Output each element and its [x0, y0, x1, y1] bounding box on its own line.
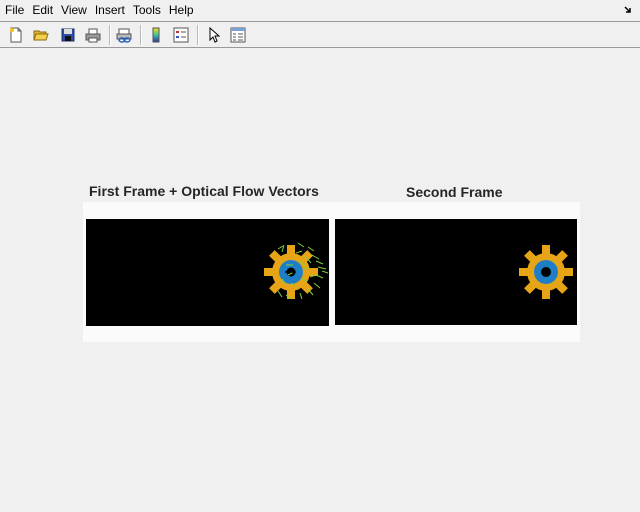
- menu-file[interactable]: File: [2, 0, 27, 21]
- second-frame-image[interactable]: [335, 219, 577, 325]
- gear-icon: [519, 245, 573, 299]
- arrow-cursor-icon: [209, 27, 221, 43]
- menu-edit[interactable]: Edit: [29, 0, 56, 21]
- toolbar: [0, 21, 640, 48]
- print-figure-button[interactable]: [83, 25, 103, 45]
- menu-view[interactable]: View: [58, 0, 90, 21]
- printer-icon: [85, 28, 101, 43]
- legend-icon: [173, 27, 189, 43]
- first-frame-image[interactable]: [86, 219, 329, 326]
- colorbar-icon: [152, 27, 160, 43]
- property-inspector-icon: [230, 27, 246, 43]
- first-frame-title: First Frame + Optical Flow Vectors: [89, 183, 319, 199]
- second-frame-canvas: [519, 245, 573, 299]
- link-plot-icon: [116, 28, 132, 43]
- toolbar-separator: [197, 25, 199, 45]
- first-frame-canvas: [264, 242, 329, 300]
- edit-plot-button[interactable]: [204, 25, 224, 45]
- toolbar-separator: [109, 25, 111, 45]
- menu-tools[interactable]: Tools: [130, 0, 164, 21]
- folder-open-icon: [33, 30, 49, 41]
- menu-bar: File Edit View Insert Tools Help: [0, 0, 640, 21]
- second-frame-title: Second Frame: [406, 184, 503, 200]
- floppy-disk-icon: [61, 28, 75, 42]
- property-inspector-button[interactable]: [228, 25, 248, 45]
- save-figure-button[interactable]: [58, 25, 78, 45]
- open-file-button[interactable]: [31, 25, 51, 45]
- new-figure-button[interactable]: [6, 25, 26, 45]
- toolbar-separator: [140, 25, 142, 45]
- figure-window: File Edit View Insert Tools Help First F…: [0, 0, 640, 512]
- menu-insert[interactable]: Insert: [92, 0, 128, 21]
- insert-colorbar-button[interactable]: [146, 25, 166, 45]
- new-document-icon: [10, 27, 22, 43]
- dock-arrow-icon[interactable]: [624, 6, 632, 14]
- link-plot-button[interactable]: [114, 25, 134, 45]
- insert-legend-button[interactable]: [171, 25, 191, 45]
- menu-help[interactable]: Help: [166, 0, 197, 21]
